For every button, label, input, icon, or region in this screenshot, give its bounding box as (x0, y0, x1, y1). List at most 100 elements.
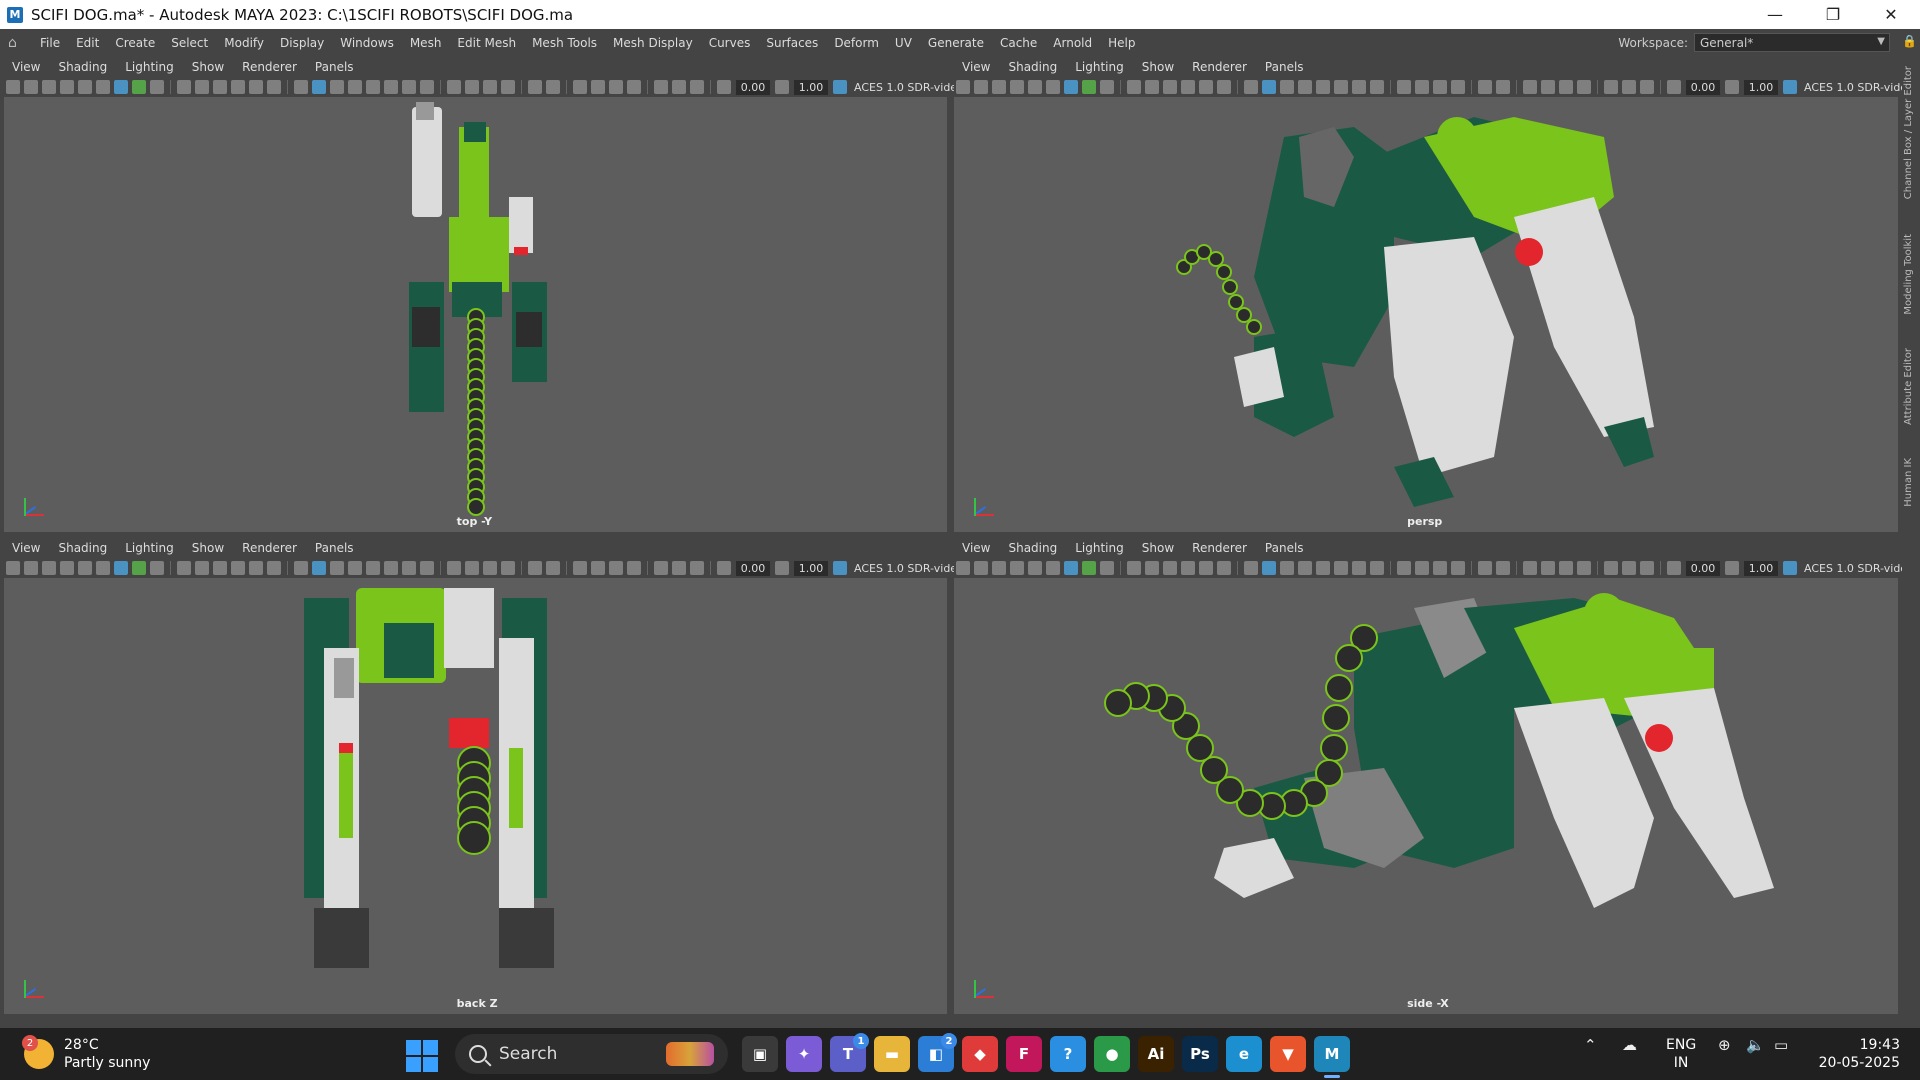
toolbar-tool-icon[interactable] (1298, 561, 1312, 575)
viewport-canvas[interactable]: back Z (4, 578, 947, 1014)
toolbar-tool-icon[interactable] (114, 561, 128, 575)
menu-edit[interactable]: Edit (68, 36, 107, 50)
toolbar-tool-icon[interactable] (402, 80, 416, 94)
panel-menu-lighting[interactable]: Lighting (1066, 60, 1133, 74)
toolbar-tool-icon[interactable] (974, 80, 988, 94)
toolbar-tool-icon[interactable] (1577, 80, 1591, 94)
exposure-field[interactable]: 0.00 (1686, 560, 1720, 576)
teams-icon[interactable]: T1 (830, 1033, 869, 1072)
toolbar-tool-icon[interactable] (672, 80, 686, 94)
edge-icon[interactable]: e (1226, 1036, 1262, 1072)
toolbar-tool-icon[interactable] (1559, 561, 1573, 575)
toolbar-tool-icon[interactable] (267, 561, 281, 575)
viewport-canvas[interactable]: persp (954, 97, 1898, 532)
toolbar-tool-icon[interactable] (528, 561, 542, 575)
toolbar-tool-icon[interactable] (1541, 561, 1555, 575)
menu-generate[interactable]: Generate (920, 36, 992, 50)
panel-menu-renderer[interactable]: Renderer (233, 541, 306, 555)
menu-deform[interactable]: Deform (826, 36, 887, 50)
toolbar-tool-icon[interactable] (1244, 80, 1258, 94)
toolbar-tool-icon[interactable] (1010, 561, 1024, 575)
toolbar-tool-icon[interactable] (1496, 80, 1510, 94)
menu-mesh[interactable]: Mesh (402, 36, 450, 50)
toolbar-tool-icon[interactable] (1433, 561, 1447, 575)
viewport-top[interactable]: View Shading Lighting Show Renderer Panels 0.0… (4, 57, 1005, 532)
red-app-icon[interactable]: ◆ (962, 1036, 998, 1072)
toolbar-tool-icon[interactable] (573, 80, 587, 94)
gamma-field[interactable]: 1.00 (1744, 560, 1778, 576)
close-button[interactable]: ✕ (1862, 0, 1920, 29)
toolbar-tool-icon[interactable] (627, 561, 641, 575)
toolbar-tool-icon[interactable] (447, 561, 461, 575)
panel-menu-renderer[interactable]: Renderer (1183, 60, 1256, 74)
toolbar-tool-icon[interactable] (348, 561, 362, 575)
toolbar-tool-icon[interactable] (1217, 561, 1231, 575)
toolbar-tool-icon[interactable] (1478, 561, 1492, 575)
menu-display[interactable]: Display (272, 36, 332, 50)
viewport-canvas[interactable]: side -X (954, 578, 1898, 1014)
language-indicator[interactable]: ENG IN (1666, 1036, 1696, 1072)
toolbar-tool-icon[interactable] (447, 80, 461, 94)
toolbar-tool-icon[interactable] (1181, 561, 1195, 575)
toolbar-tool-icon[interactable] (231, 561, 245, 575)
exposure-icon[interactable] (1667, 561, 1681, 575)
gamma-field[interactable]: 1.00 (794, 79, 828, 95)
gamma-icon[interactable] (1725, 561, 1739, 575)
toolbar-tool-icon[interactable] (654, 80, 668, 94)
toolbar-tool-icon[interactable] (1217, 80, 1231, 94)
tab-attribute-editor[interactable]: Attribute Editor (1903, 348, 1919, 425)
panel-menu-view[interactable]: View (954, 60, 999, 74)
toolbar-tool-icon[interactable] (1640, 80, 1654, 94)
menu-file[interactable]: File (32, 36, 68, 50)
toolbar-tool-icon[interactable] (384, 80, 398, 94)
toolbar-tool-icon[interactable] (672, 561, 686, 575)
exposure-icon[interactable] (717, 561, 731, 575)
toolbar-tool-icon[interactable] (78, 80, 92, 94)
toolbar-tool-icon[interactable] (1163, 561, 1177, 575)
toolbar-tool-icon[interactable] (1496, 561, 1510, 575)
gamma-field[interactable]: 1.00 (794, 560, 828, 576)
gamma-field[interactable]: 1.00 (1744, 79, 1778, 95)
toolbar-tool-icon[interactable] (330, 561, 344, 575)
toolbar-tool-icon[interactable] (1433, 80, 1447, 94)
toolbar-tool-icon[interactable] (6, 80, 20, 94)
menu-windows[interactable]: Windows (332, 36, 402, 50)
toolbar-tool-icon[interactable] (465, 561, 479, 575)
toolbar-tool-icon[interactable] (1604, 80, 1618, 94)
toolbar-tool-icon[interactable] (1199, 80, 1213, 94)
exposure-icon[interactable] (717, 80, 731, 94)
weather-widget[interactable]: 2 28°C Partly sunny (22, 1035, 150, 1072)
viewport-back[interactable]: View Shading Lighting Show Renderer Panels 0.0… (4, 538, 1005, 1014)
toolbar-tool-icon[interactable] (1316, 561, 1330, 575)
toolbar-tool-icon[interactable] (1280, 561, 1294, 575)
toolbar-tool-icon[interactable] (78, 561, 92, 575)
menu-help[interactable]: Help (1100, 36, 1143, 50)
toolbar-tool-icon[interactable] (1064, 561, 1078, 575)
viewport-side[interactable]: View Shading Lighting Show Renderer Panels 0.0… (954, 538, 1920, 1014)
toolbar-tool-icon[interactable] (114, 80, 128, 94)
panel-menu-shading[interactable]: Shading (999, 541, 1066, 555)
panel-menu-shading[interactable]: Shading (49, 541, 116, 555)
toolbar-tool-icon[interactable] (1415, 561, 1429, 575)
toolbar-tool-icon[interactable] (1244, 561, 1258, 575)
color-management-icon[interactable] (1783, 561, 1797, 575)
toolbar-tool-icon[interactable] (420, 80, 434, 94)
volume-icon[interactable]: 🔈 (1746, 1036, 1765, 1054)
toolbar-tool-icon[interactable] (267, 80, 281, 94)
toolbar-tool-icon[interactable] (992, 561, 1006, 575)
gamma-icon[interactable] (1725, 80, 1739, 94)
clock[interactable]: 19:43 20-05-2025 (1819, 1036, 1900, 1072)
toolbar-tool-icon[interactable] (573, 561, 587, 575)
menu-surfaces[interactable]: Surfaces (758, 36, 826, 50)
toolbar-tool-icon[interactable] (1028, 561, 1042, 575)
gamma-icon[interactable] (775, 80, 789, 94)
chevron-up-icon[interactable]: ⌃ (1584, 1036, 1597, 1054)
toolbar-tool-icon[interactable] (195, 80, 209, 94)
toolbar-tool-icon[interactable] (1397, 561, 1411, 575)
toolbar-tool-icon[interactable] (1280, 80, 1294, 94)
panel-menu-show[interactable]: Show (183, 541, 233, 555)
toolbar-tool-icon[interactable] (249, 80, 263, 94)
toolbar-tool-icon[interactable] (294, 80, 308, 94)
toolbar-tool-icon[interactable] (1262, 80, 1276, 94)
toolbar-tool-icon[interactable] (974, 561, 988, 575)
